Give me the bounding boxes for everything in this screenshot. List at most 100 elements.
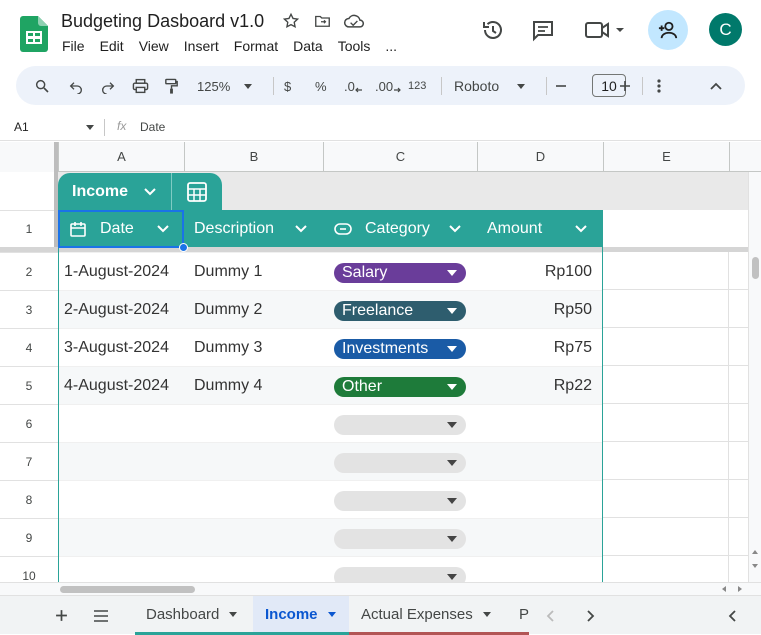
row-header-4[interactable]: 4 xyxy=(0,328,58,366)
header-category[interactable]: Category xyxy=(334,210,430,247)
add-sheet-button[interactable] xyxy=(55,596,68,635)
all-sheets-button[interactable] xyxy=(93,596,109,635)
category-chip-empty[interactable] xyxy=(334,491,466,511)
header-amount[interactable]: Amount xyxy=(487,210,542,247)
cell-date[interactable]: 3-August-2024 xyxy=(64,329,169,367)
account-avatar[interactable]: C xyxy=(709,13,742,46)
category-chip-empty[interactable] xyxy=(334,567,466,582)
increase-decimal-button[interactable]: .00 xyxy=(375,76,401,96)
scroll-up-icon[interactable] xyxy=(752,550,758,554)
cell-date[interactable]: 4-August-2024 xyxy=(64,367,169,405)
scroll-right-icon[interactable] xyxy=(738,586,742,592)
sheet-tab-truncated[interactable]: P xyxy=(507,596,529,635)
cell-date[interactable]: 2-August-2024 xyxy=(64,291,169,329)
share-button[interactable] xyxy=(648,10,688,50)
row-header-9[interactable]: 9 xyxy=(0,518,58,556)
font-family-select[interactable]: Roboto xyxy=(454,76,526,96)
collapse-toolbar-icon[interactable] xyxy=(710,76,722,96)
row-header-2[interactable]: 2 xyxy=(0,252,58,290)
category-chip-empty[interactable] xyxy=(334,529,466,549)
increase-font-size-button[interactable] xyxy=(619,76,631,96)
sheet-tab-dashboard[interactable]: Dashboard xyxy=(135,596,253,635)
column-header-c[interactable]: C xyxy=(323,142,477,171)
category-chip[interactable]: Salary xyxy=(334,263,466,283)
fill-handle[interactable] xyxy=(179,243,188,252)
sheet-tab-actual-expenses[interactable]: Actual Expenses xyxy=(349,596,507,635)
paint-format-icon[interactable] xyxy=(164,76,179,96)
more-formats-button[interactable]: 123 xyxy=(408,76,426,96)
star-icon[interactable] xyxy=(282,12,302,32)
sheets-logo-icon[interactable] xyxy=(20,16,48,52)
document-title[interactable]: Budgeting Dasboard v1.0 xyxy=(61,11,264,32)
column-header-d[interactable]: D xyxy=(477,142,603,171)
table-name-tab[interactable]: Income xyxy=(58,173,222,210)
print-icon[interactable] xyxy=(132,76,149,96)
name-box[interactable]: A1 xyxy=(14,120,29,134)
more-options-icon[interactable] xyxy=(657,76,661,96)
scroll-tabs-left-icon[interactable] xyxy=(546,596,554,635)
cell-amount[interactable]: Rp50 xyxy=(554,291,592,329)
column-header-e[interactable]: E xyxy=(603,142,729,171)
scroll-down-icon[interactable] xyxy=(752,564,758,568)
header-date[interactable]: Date xyxy=(70,210,134,247)
vertical-scroll-thumb[interactable] xyxy=(752,257,759,279)
menu-data[interactable]: Data xyxy=(293,38,323,54)
menu-tools[interactable]: Tools xyxy=(338,38,371,54)
cloud-status-icon[interactable] xyxy=(343,12,364,32)
empty-cells[interactable] xyxy=(603,252,748,582)
vertical-scrollbar[interactable] xyxy=(748,172,761,582)
redo-icon[interactable] xyxy=(100,76,116,96)
select-all-corner[interactable] xyxy=(0,142,58,172)
cell-description[interactable]: Dummy 4 xyxy=(194,367,262,405)
cell-description[interactable]: Dummy 2 xyxy=(194,291,262,329)
menu-more[interactable]: ... xyxy=(385,38,397,54)
decrease-font-size-button[interactable] xyxy=(555,76,567,96)
column-header-b[interactable]: B xyxy=(184,142,323,171)
sheet-tab-income[interactable]: Income xyxy=(253,596,349,635)
explore-collapse-icon[interactable] xyxy=(728,596,736,635)
decrease-decimal-button[interactable]: .0 xyxy=(344,76,363,96)
cell-description[interactable]: Dummy 1 xyxy=(194,253,262,291)
chevron-down-icon[interactable] xyxy=(295,225,307,233)
row-header-5[interactable]: 5 xyxy=(0,366,58,404)
menu-file[interactable]: File xyxy=(62,38,85,54)
percent-format-button[interactable]: % xyxy=(315,76,327,96)
menu-edit[interactable]: Edit xyxy=(100,38,124,54)
cell-amount[interactable]: Rp22 xyxy=(554,367,592,405)
row-header-7[interactable]: 7 xyxy=(0,442,58,480)
cell-amount[interactable]: Rp100 xyxy=(545,253,592,291)
row-header-3[interactable]: 3 xyxy=(0,290,58,328)
menu-format[interactable]: Format xyxy=(234,38,278,54)
move-folder-icon[interactable] xyxy=(313,12,333,32)
cell-description[interactable]: Dummy 3 xyxy=(194,329,262,367)
comments-icon[interactable] xyxy=(531,18,555,42)
version-history-icon[interactable] xyxy=(481,18,505,42)
undo-icon[interactable] xyxy=(68,76,84,96)
scroll-tabs-right-icon[interactable] xyxy=(587,596,595,635)
column-header-a[interactable]: A xyxy=(58,142,184,171)
category-chip-empty[interactable] xyxy=(334,415,466,435)
category-chip[interactable]: Investments xyxy=(334,339,466,359)
category-chip[interactable]: Freelance xyxy=(334,301,466,321)
row-header-8[interactable]: 8 xyxy=(0,480,58,518)
scroll-left-icon[interactable] xyxy=(722,586,726,592)
column-header-f[interactable] xyxy=(729,142,761,171)
row-header-1[interactable]: 1 xyxy=(0,210,58,247)
meet-icon[interactable] xyxy=(585,18,627,42)
row-header-6[interactable]: 6 xyxy=(0,404,58,442)
menu-view[interactable]: View xyxy=(139,38,169,54)
chevron-down-icon[interactable] xyxy=(575,225,587,233)
table-name[interactable]: Income xyxy=(72,183,128,201)
name-box-dropdown-icon[interactable] xyxy=(86,125,94,130)
chevron-down-icon[interactable] xyxy=(157,225,169,233)
cell-date[interactable]: 1-August-2024 xyxy=(64,253,169,291)
chevron-down-icon[interactable] xyxy=(449,225,461,233)
zoom-select[interactable]: 125% xyxy=(197,76,253,96)
menu-insert[interactable]: Insert xyxy=(184,38,219,54)
chevron-down-icon[interactable] xyxy=(144,188,156,196)
cell-amount[interactable]: Rp75 xyxy=(554,329,592,367)
horizontal-scrollbar[interactable] xyxy=(0,582,761,595)
currency-format-button[interactable]: $ xyxy=(284,76,291,96)
header-description[interactable]: Description xyxy=(194,210,274,247)
category-chip[interactable]: Other xyxy=(334,377,466,397)
